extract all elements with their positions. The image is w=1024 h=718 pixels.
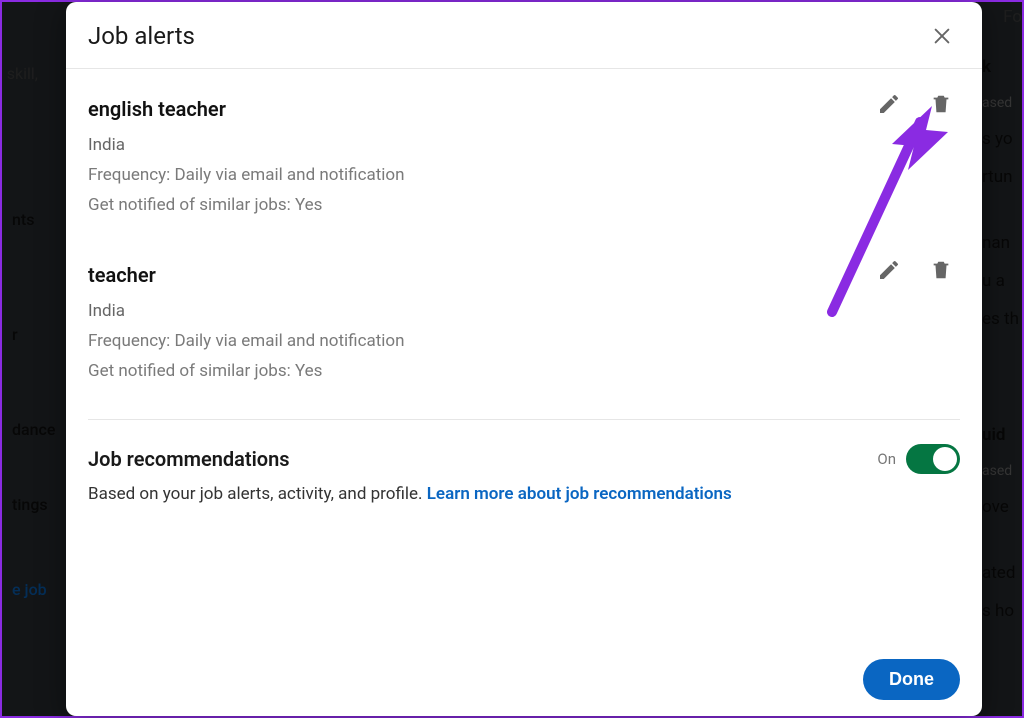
alert-location: India bbox=[88, 135, 960, 155]
toggle-knob bbox=[933, 447, 957, 471]
alert-frequency: Frequency: Daily via email and notificat… bbox=[88, 165, 960, 185]
edit-alert-button[interactable] bbox=[874, 255, 904, 285]
alert-actions bbox=[874, 89, 956, 119]
recommendations-text: Based on your job alerts, activity, and … bbox=[88, 484, 427, 504]
delete-alert-button[interactable] bbox=[926, 89, 956, 119]
recommendations-toggle[interactable] bbox=[906, 444, 960, 474]
alert-similar-jobs: Get notified of similar jobs: Yes bbox=[88, 195, 960, 215]
trash-icon bbox=[930, 93, 952, 115]
trash-icon bbox=[930, 259, 952, 281]
job-alerts-modal: Job alerts english teacher India Frequen… bbox=[66, 2, 982, 716]
edit-alert-button[interactable] bbox=[874, 89, 904, 119]
modal-footer: Done bbox=[66, 645, 982, 716]
recommendations-title: Job recommendations bbox=[88, 447, 290, 471]
recommendations-row: Job recommendations On bbox=[88, 438, 960, 484]
section-divider bbox=[88, 419, 960, 420]
modal-title: Job alerts bbox=[88, 22, 195, 50]
delete-alert-button[interactable] bbox=[926, 255, 956, 285]
modal-header: Job alerts bbox=[66, 2, 982, 69]
alert-similar-jobs: Get notified of similar jobs: Yes bbox=[88, 361, 960, 381]
learn-more-link[interactable]: Learn more about job recommendations bbox=[427, 484, 732, 504]
alert-frequency: Frequency: Daily via email and notificat… bbox=[88, 331, 960, 351]
pencil-icon bbox=[877, 92, 901, 116]
recommendations-toggle-wrap: On bbox=[877, 444, 960, 474]
modal-body: english teacher India Frequency: Daily v… bbox=[66, 69, 982, 645]
done-button[interactable]: Done bbox=[863, 659, 960, 700]
job-alert-item: teacher India Frequency: Daily via email… bbox=[88, 245, 960, 411]
alert-actions bbox=[874, 255, 956, 285]
toggle-state-label: On bbox=[877, 450, 896, 468]
recommendations-description: Based on your job alerts, activity, and … bbox=[88, 484, 960, 504]
pencil-icon bbox=[877, 258, 901, 282]
alert-title: teacher bbox=[88, 263, 960, 287]
close-button[interactable] bbox=[924, 18, 960, 54]
alert-location: India bbox=[88, 301, 960, 321]
alert-title: english teacher bbox=[88, 97, 960, 121]
close-icon bbox=[931, 25, 953, 47]
job-alert-item: english teacher India Frequency: Daily v… bbox=[88, 79, 960, 245]
